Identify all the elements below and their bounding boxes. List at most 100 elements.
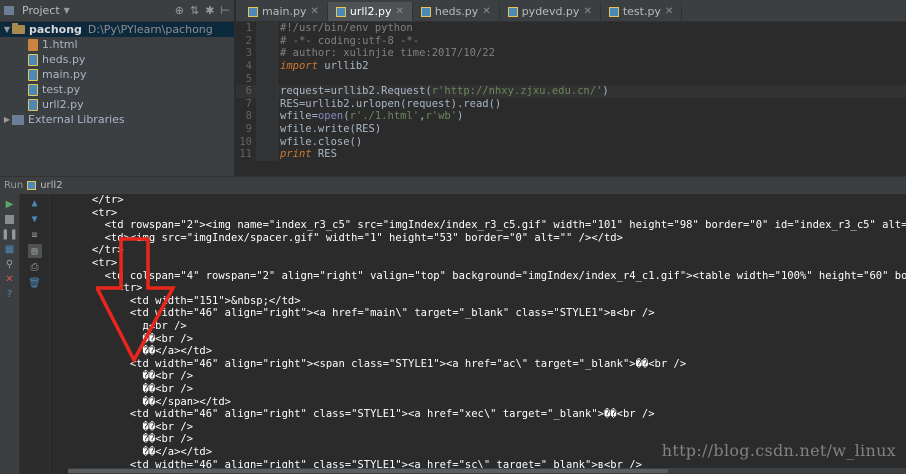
tree-file-test-py[interactable]: test.py	[0, 82, 234, 97]
file-name: main.py	[42, 68, 87, 81]
tab-urll2-py[interactable]: urll2.py ✕	[327, 2, 413, 21]
tree-root-pachong[interactable]: ▼ pachong D:\Py\PYlearn\pachong	[0, 22, 234, 37]
close-icon[interactable]: ✕	[665, 6, 673, 17]
scrollbar-thumb[interactable]	[68, 469, 668, 473]
run-console[interactable]: ▲ ▼ ≡ ▤ ⎙ 🗑 </tr> <tr> <td rowspan="2"><…	[20, 194, 906, 474]
run-label: Run	[4, 180, 24, 191]
tab-label: heds.py	[434, 5, 479, 18]
console-line: <td rowspan="2"><img name="index_r3_c5" …	[54, 219, 906, 232]
code-text: wfile.close()	[280, 135, 363, 148]
code-line[interactable]: 1 #!/usr/bin/env python	[236, 22, 906, 35]
tab-pydevd-py[interactable]: pydevd.py ✕	[500, 2, 601, 21]
code-line[interactable]: 5	[236, 72, 906, 85]
horizontal-scrollbar[interactable]	[68, 468, 906, 474]
pin-tab-icon[interactable]: ⚲	[3, 257, 17, 271]
console-line: <td width="46" align="right" class="STYL…	[54, 408, 655, 421]
code-line[interactable]: 7 RES=urllib2.urlopen(request).read()	[236, 97, 906, 111]
code-line[interactable]: 8 wfile=open(r'./1.html',r'wb')	[236, 110, 906, 123]
expand-arrow-icon[interactable]: ▶	[2, 115, 12, 124]
code-line[interactable]: 3 # author: xulinjie time:2017/10/22	[236, 47, 906, 60]
file-name: 1.html	[42, 38, 78, 51]
editor-gutter	[256, 72, 278, 85]
python-file-icon	[420, 6, 431, 17]
restore-layout-icon[interactable]: ▦	[3, 242, 17, 256]
console-line: <td width="151">&nbsp;</td>	[54, 294, 301, 307]
tree-file-urll2-py[interactable]: urll2.py	[0, 97, 234, 112]
code-text: wfile.write(RES)	[280, 123, 382, 136]
editor-gutter	[256, 122, 278, 136]
close-run-icon[interactable]: ✕	[3, 272, 17, 286]
project-tree: ▼ pachong D:\Py\PYlearn\pachong 1.html h…	[0, 22, 234, 127]
console-line: <td><img src="imgIndex/spacer.gif" width…	[54, 231, 623, 244]
tab-test-py[interactable]: test.py ✕	[601, 2, 683, 21]
editor-gutter	[256, 147, 278, 161]
clear-all-icon[interactable]: 🗑	[28, 276, 42, 290]
console-line: <td width="46" align="right"><span class…	[54, 357, 687, 370]
console-line: <td colspan="4" rowspan="2" align="right…	[54, 269, 906, 282]
python-file-icon	[507, 6, 518, 17]
scroll-down-icon[interactable]: ▼	[28, 212, 42, 226]
code-text: wfile=open(r'./1.html',r'wb')	[280, 110, 464, 123]
tree-file-main-py[interactable]: main.py	[0, 67, 234, 82]
tab-main-py[interactable]: main.py ✕	[240, 2, 328, 21]
tree-file-1-html[interactable]: 1.html	[0, 37, 234, 52]
python-file-icon	[27, 181, 37, 190]
rerun-icon[interactable]: ▶	[3, 197, 17, 211]
tree-external-libraries[interactable]: ▶ External Libraries	[0, 112, 234, 127]
console-line: ��</span></td>	[54, 395, 232, 408]
settings-icon[interactable]: ✱	[205, 4, 214, 17]
expand-arrow-icon[interactable]: ▼	[2, 25, 12, 34]
line-number: 6	[245, 85, 252, 98]
console-line: ��<br />	[54, 383, 194, 395]
code-text: RES=urllib2.urlopen(request).read()	[280, 97, 502, 110]
python-file-icon	[28, 53, 38, 66]
line-number: 9	[245, 123, 252, 136]
console-line: ��<br />	[54, 370, 194, 383]
console-line: <tr>	[54, 282, 143, 295]
help-icon[interactable]: ?	[3, 287, 17, 301]
code-line[interactable]: 6 request=urllib2.Request(r'http://nhxy.z…	[236, 84, 906, 98]
project-view-selector[interactable]: Project ▼	[4, 4, 70, 17]
globe-icon[interactable]: ⊕	[175, 4, 184, 17]
close-icon[interactable]: ✕	[310, 6, 318, 17]
code-line[interactable]: 10 wfile.close()	[236, 135, 906, 148]
run-config-tab[interactable]: urll2	[40, 180, 62, 191]
collapse-icon[interactable]: ⇅	[190, 4, 199, 17]
scroll-up-icon[interactable]: ▲	[28, 196, 42, 210]
project-panel-header: Project ▼ ⊕ ⇅ ✱ ⊢	[0, 0, 234, 22]
print-icon[interactable]: ⎙	[28, 260, 42, 274]
pause-icon[interactable]: ❚❚	[1, 227, 18, 241]
tree-file-heds-py[interactable]: heds.py	[0, 52, 234, 67]
chevron-down-icon: ▼	[63, 6, 70, 15]
close-icon[interactable]: ✕	[395, 6, 403, 17]
stop-button[interactable]	[3, 212, 17, 226]
scroll-to-end-icon[interactable]: ▤	[27, 244, 42, 258]
line-number: 2	[245, 34, 252, 47]
tab-label: main.py	[262, 5, 307, 18]
code-line[interactable]: 9 wfile.write(RES)	[236, 122, 906, 136]
console-line: <tr>	[54, 257, 118, 269]
close-icon[interactable]: ✕	[482, 6, 490, 17]
close-icon[interactable]: ✕	[583, 6, 591, 17]
soft-wrap-icon[interactable]: ≡	[28, 228, 42, 242]
line-number: 8	[245, 110, 252, 123]
code-line[interactable]: 4 import urllib2	[236, 59, 906, 73]
console-line: </tr>	[54, 244, 124, 257]
console-line: ��</a></td>	[54, 345, 213, 358]
code-text: import urllib2	[280, 60, 369, 73]
editor-gutter	[256, 22, 278, 35]
python-file-icon	[28, 68, 38, 81]
html-file-icon	[28, 38, 38, 51]
pin-icon[interactable]: ⊢	[220, 4, 230, 17]
library-icon	[12, 114, 24, 125]
editor-gutter	[256, 135, 278, 148]
code-area[interactable]: 1 #!/usr/bin/env python 2 # -*- coding:utf-…	[236, 22, 906, 176]
line-number: 11	[239, 148, 252, 161]
console-line: </tr>	[54, 194, 124, 206]
folder-icon	[12, 23, 25, 34]
python-file-icon	[28, 83, 38, 96]
line-number: 5	[245, 72, 252, 85]
code-line[interactable]: 2 # -*- coding:utf-8 -*-	[236, 34, 906, 48]
code-line[interactable]: 11 print RES	[236, 147, 906, 161]
tab-heds-py[interactable]: heds.py ✕	[413, 2, 500, 21]
